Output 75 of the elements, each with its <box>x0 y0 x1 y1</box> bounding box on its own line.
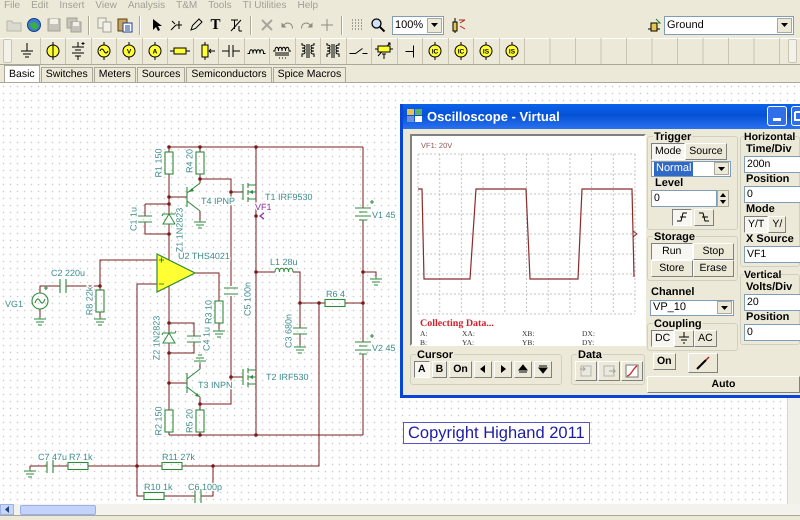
palette-tab[interactable]: Spice Macros <box>272 66 346 82</box>
component-label: L1 28u <box>270 256 298 267</box>
group-title: Data <box>577 348 603 361</box>
text-button[interactable]: T <box>206 14 225 36</box>
x-source-input[interactable]: VF1 <box>744 246 800 263</box>
component-label: V1 45 <box>372 210 396 220</box>
group-title: Trigger <box>653 130 692 143</box>
field-label: Position <box>745 310 790 324</box>
level-input[interactable]: 0 <box>651 190 717 207</box>
trigger-tab[interactable]: Mode <box>651 142 686 160</box>
coupling-button[interactable]: DC <box>651 330 674 347</box>
mode-button[interactable]: Y/T <box>744 216 768 233</box>
component-label: U2 THS4021 <box>178 250 230 261</box>
cursor-button[interactable]: A <box>414 360 430 378</box>
group-title: Vertical <box>744 268 782 281</box>
field-label: Time/Div <box>745 142 793 156</box>
field-label: Volts/Div <box>745 280 794 294</box>
palette-tab[interactable]: Sources <box>136 66 186 82</box>
position-input[interactable]: 0 <box>744 324 800 341</box>
copyright-note: Copyright Highand 2011 <box>403 422 590 444</box>
component-label: R8 22k <box>84 286 94 316</box>
component-label: C3 680n <box>283 314 294 348</box>
group-title: Cursor <box>416 348 454 361</box>
mode-combo[interactable]: Normal <box>651 160 731 177</box>
palette-tab[interactable]: Basic <box>4 64 40 82</box>
mode-button[interactable]: Y/ <box>768 216 786 233</box>
group-title: Coupling <box>653 318 703 330</box>
volts-div-input[interactable]: 20 <box>744 294 800 311</box>
component-label: R6 4 <box>326 288 346 299</box>
component-label: R11 27k <box>162 452 195 462</box>
field-label: Level <box>654 176 684 190</box>
cursor-button[interactable]: B <box>432 360 448 378</box>
component-label: T1 IRF9530 <box>265 192 313 202</box>
field-label: Channel <box>650 286 696 299</box>
cursor-button[interactable]: On <box>449 360 472 378</box>
position-input[interactable]: 0 <box>744 186 800 203</box>
component-combo[interactable]: Ground <box>664 16 794 35</box>
palette-tab[interactable]: Semiconductors <box>186 66 272 82</box>
component-label: R2 150 <box>153 406 164 436</box>
component-label: V2 45 <box>372 342 396 353</box>
field-label: Mode <box>745 202 776 216</box>
storage-button[interactable]: Store <box>651 260 692 277</box>
component-label: R4 20 <box>184 148 194 173</box>
channel-on-button[interactable]: On <box>653 352 676 370</box>
component-label: C2 220u <box>51 268 86 278</box>
field-label: Position <box>745 172 790 186</box>
component-label: C7 47u <box>38 452 68 462</box>
component-label: C5 100n <box>242 282 252 316</box>
auto-button[interactable]: Auto <box>647 376 800 393</box>
status-text: Collecting Data... <box>419 318 495 329</box>
coupling-button[interactable]: AC <box>694 330 717 347</box>
component-label: Z2 1N2823 <box>151 316 162 360</box>
component-label: VG1 <box>5 298 24 309</box>
component-label: R5 20 <box>184 408 194 433</box>
component-label: C4 1u <box>201 326 212 351</box>
channel-combo[interactable]: VP_10 <box>650 300 734 316</box>
palette-tab[interactable]: Meters <box>94 66 136 82</box>
component-label: T2 IRF530 <box>266 372 309 382</box>
component-label: Z1 1N2823 <box>174 208 184 252</box>
zoom-combo[interactable]: 100% <box>392 16 444 35</box>
field-label: X Source <box>745 232 795 246</box>
component-label: R7 1k <box>69 452 93 462</box>
storage-button[interactable]: Stop <box>692 242 734 260</box>
storage-button[interactable]: Erase <box>692 260 734 277</box>
storage-button[interactable]: Run <box>651 242 692 260</box>
component-label: C1 1u <box>128 206 138 231</box>
component-label: R10 1k <box>144 482 173 492</box>
component-label: R1 150 <box>153 148 164 178</box>
palette-tab[interactable]: Switches <box>40 66 93 82</box>
time-div-input[interactable]: 200n <box>744 156 800 173</box>
trigger-tab[interactable]: Source <box>685 142 727 160</box>
window-title: Oscilloscope - Virtual <box>427 108 560 124</box>
group-title: Horizontal <box>744 130 796 143</box>
group-title: Storage <box>653 230 696 243</box>
component-label: R3 10 <box>203 300 214 324</box>
